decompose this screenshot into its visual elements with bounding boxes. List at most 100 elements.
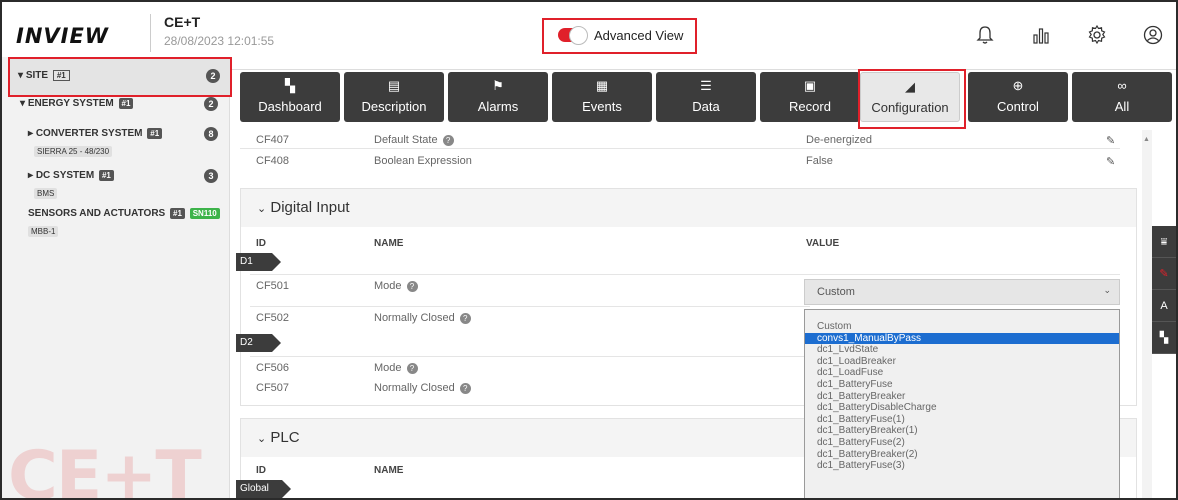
bar-chart-icon[interactable]: [1030, 24, 1052, 46]
param-name: Default State?: [374, 134, 454, 146]
dropdown-option[interactable]: dc1_LvdState: [805, 344, 1119, 355]
dropdown-option[interactable]: dc1_BatteryDisableCharge: [805, 402, 1119, 413]
tree-node-site[interactable]: ▾ SITE #1 2: [8, 57, 232, 97]
record-icon: ▣: [803, 78, 817, 93]
energy-system-label: ENERGY SYSTEM: [27, 98, 114, 110]
dropdown-option[interactable]: dc1_BatteryFuse(2): [805, 437, 1119, 448]
site-label: SITE: [25, 70, 49, 82]
digital-input-title: Digital Input: [270, 199, 350, 216]
help-icon[interactable]: ?: [442, 134, 454, 146]
alarm-icon: ⚑: [492, 78, 504, 93]
row-divider: [250, 306, 810, 307]
digital-input-header[interactable]: ⌄ Digital Input: [241, 189, 1136, 227]
nav-data[interactable]: ☰ Data: [656, 72, 756, 122]
site-tag: #1: [52, 70, 70, 81]
group-flag-global: Global: [236, 480, 291, 498]
energy-count-badge: 2: [204, 97, 218, 111]
param-id: CF507: [256, 382, 290, 394]
nav-all[interactable]: ∞ All: [1072, 72, 1172, 122]
col-header-id: ID: [256, 238, 266, 249]
content-scrollbar[interactable]: [1142, 130, 1152, 498]
dc-system-tag: #1: [98, 170, 114, 181]
sensors-sub-tag: MBB-1: [28, 226, 59, 237]
sensors-actuators-label: SENSORS AND ACTUATORS: [28, 208, 166, 220]
control-icon: ⊕: [1012, 78, 1024, 93]
edit-pencil-icon[interactable]: ✎: [1152, 258, 1176, 290]
brand-name: CE+T: [164, 14, 201, 30]
filter-icon[interactable]: ⩸: [1152, 226, 1176, 258]
nav-dashboard[interactable]: ▚ Dashboard: [240, 72, 340, 122]
app-window: INVIEW CE+T 28/08/2023 12:01:55 Advanced…: [0, 0, 1178, 500]
dropdown-option[interactable]: dc1_BatteryBreaker(2): [805, 449, 1119, 460]
dropdown-option[interactable]: dc1_BatteryFuse: [805, 379, 1119, 390]
nav-control[interactable]: ⊕ Control: [968, 72, 1068, 122]
nav-description[interactable]: ▤ Description: [344, 72, 444, 122]
bell-icon[interactable]: [974, 24, 996, 46]
site-count-badge: 2: [206, 69, 220, 83]
dropdown-option[interactable]: Custom: [805, 321, 1119, 332]
param-id: CF407: [256, 134, 290, 146]
dc-system-sub-tag: BMS: [34, 188, 58, 199]
sensors-tag: #1: [170, 208, 185, 219]
help-icon[interactable]: ?: [459, 382, 471, 394]
select-value: Custom: [817, 286, 855, 298]
param-name: Mode?: [374, 362, 418, 374]
dropdown-option[interactable]: dc1_BatteryBreaker: [805, 391, 1119, 402]
mode-select[interactable]: Custom ⌄: [804, 279, 1120, 305]
right-toolbar: ⩸ ✎ A ▚: [1152, 226, 1176, 366]
dropdown-option[interactable]: dc1_BatteryFuse(1): [805, 414, 1119, 425]
nav-record[interactable]: ▣ Record: [760, 72, 860, 122]
param-name: Normally Closed?: [374, 382, 471, 394]
param-value: De-energized: [806, 134, 873, 146]
caret-right-icon: ▸: [28, 128, 34, 140]
param-name: Normally Closed?: [374, 312, 471, 324]
brand-watermark: CE+T: [8, 437, 202, 500]
advanced-view-highlight: Advanced View: [542, 18, 697, 54]
edit-pencil-icon[interactable]: ✎: [1106, 155, 1115, 168]
document-icon: ▤: [387, 78, 401, 93]
nav-events[interactable]: ▦ Events: [552, 72, 652, 122]
edit-pencil-icon[interactable]: ✎: [1106, 134, 1115, 147]
dropdown-option[interactable]: dc1_BatteryFuse(3): [805, 460, 1119, 471]
param-id: CF502: [256, 312, 290, 324]
mode-dropdown-list: Custom convs1_ManualByPass dc1_LvdState dc1…: [804, 309, 1120, 498]
spellcheck-icon[interactable]: A: [1152, 290, 1176, 322]
dropdown-option[interactable]: dc1_LoadBreaker: [805, 356, 1119, 367]
header-divider: [150, 14, 151, 52]
col-header-name: NAME: [374, 465, 404, 476]
caret-right-icon: ▸: [28, 170, 34, 182]
user-icon[interactable]: [1142, 24, 1164, 46]
row-divider: [240, 148, 1120, 149]
chevron-down-icon: ⌄: [257, 433, 267, 445]
calendar-icon: ▦: [595, 78, 609, 93]
help-icon[interactable]: ?: [406, 280, 418, 292]
energy-system-tag: #1: [118, 98, 134, 109]
dropdown-option[interactable]: dc1_BatteryBreaker(1): [805, 425, 1119, 436]
header-datetime: 28/08/2023 12:01:55: [164, 34, 275, 48]
param-id: CF501: [256, 280, 290, 292]
dropdown-option[interactable]: dc1_LoadFuse: [805, 367, 1119, 378]
infinity-icon: ∞: [1117, 78, 1127, 93]
converter-count-badge: 8: [204, 127, 218, 141]
app-logo: INVIEW: [16, 24, 109, 48]
plc-title: PLC: [270, 429, 300, 446]
caret-down-icon: ▾: [20, 98, 26, 110]
group-flag-d2: D2: [236, 334, 281, 352]
module-nav: ▚ Dashboard ▤ Description ⚑ Alarms ▦ Eve…: [240, 72, 1175, 122]
gear-icon[interactable]: [1086, 24, 1108, 46]
col-header-id: ID: [256, 465, 266, 476]
col-header-value: VALUE: [806, 238, 840, 249]
chevron-down-icon: ⌄: [257, 203, 267, 215]
scroll-up-arrow-icon[interactable]: ▲: [1143, 136, 1150, 143]
help-icon[interactable]: ?: [406, 362, 418, 374]
sensors-serial-tag: SN110: [189, 208, 220, 219]
site-tree-sidebar: ▾ SITE #1 2 ▾ ENERGY SYSTEM #1 2 ▸ CONVE…: [2, 57, 232, 500]
help-icon[interactable]: ?: [459, 312, 471, 324]
chevron-down-icon: ⌄: [1103, 285, 1111, 295]
param-name: Mode?: [374, 280, 418, 292]
advanced-view-toggle[interactable]: [558, 26, 588, 45]
dropdown-option[interactable]: convs1_ManualByPass: [805, 332, 1119, 344]
dashboard-grid-icon[interactable]: ▚: [1152, 322, 1176, 354]
nav-alarms[interactable]: ⚑ Alarms: [448, 72, 548, 122]
caret-down-icon: ▾: [18, 70, 24, 82]
